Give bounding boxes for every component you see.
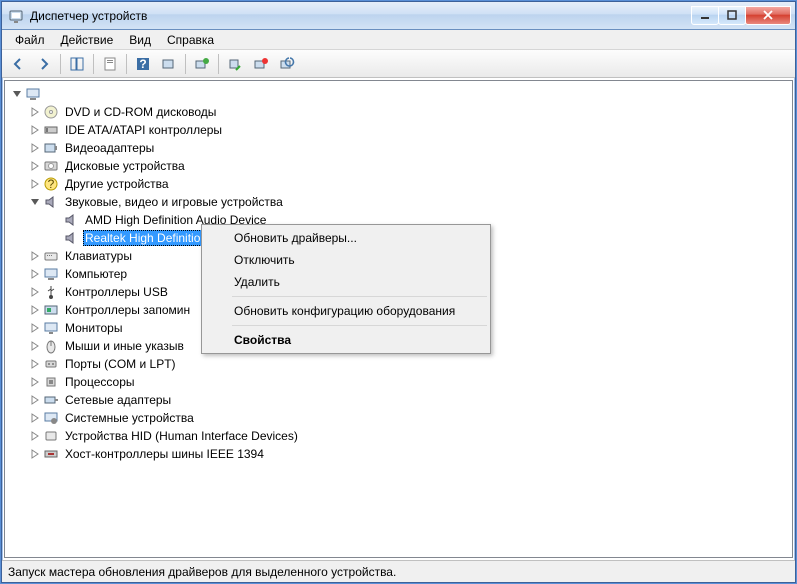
tree-item-label[interactable]: Устройства HID (Human Interface Devices) xyxy=(63,429,300,443)
tree-item-label[interactable]: IDE ATA/ATAPI контроллеры xyxy=(63,123,224,137)
network-adapter-icon xyxy=(43,392,59,408)
display-adapter-icon xyxy=(43,140,59,156)
menu-view[interactable]: Вид xyxy=(122,32,158,48)
show-hide-tree-button[interactable] xyxy=(65,52,89,76)
tree-item-label[interactable]: Порты (COM и LPT) xyxy=(63,357,178,371)
computer-icon xyxy=(25,86,41,102)
computer-icon xyxy=(43,266,59,282)
tree-item-label[interactable]: Компьютер xyxy=(63,267,129,281)
device-tree[interactable]: DVD и CD-ROM дисководы IDE ATA/ATAPI кон… xyxy=(4,80,793,558)
tree-item-label[interactable]: Дисковые устройства xyxy=(63,159,187,173)
tree-item-label[interactable]: Клавиатуры xyxy=(63,249,134,263)
mouse-icon xyxy=(43,338,59,354)
forward-button[interactable] xyxy=(32,52,56,76)
ctx-scan-hardware[interactable]: Обновить конфигурацию оборудования xyxy=(204,300,488,322)
chevron-right-icon[interactable] xyxy=(27,338,43,354)
window-title: Диспетчер устройств xyxy=(30,9,692,23)
system-device-icon xyxy=(43,410,59,426)
other-device-icon: ? xyxy=(43,176,59,192)
svg-text:?: ? xyxy=(139,57,146,71)
hid-icon xyxy=(43,428,59,444)
tree-item-label[interactable]: Процессоры xyxy=(63,375,137,389)
tree-item-label[interactable]: Видеоадаптеры xyxy=(63,141,156,155)
titlebar[interactable]: Диспетчер устройств xyxy=(2,2,795,30)
device-manager-window: Диспетчер устройств Файл Действие Вид Сп… xyxy=(1,1,796,583)
tree-item-label[interactable]: Звуковые, видео и игровые устройства xyxy=(63,195,285,209)
update-driver-button[interactable] xyxy=(190,52,214,76)
chevron-right-icon[interactable] xyxy=(27,104,43,120)
scan-hardware-button[interactable] xyxy=(157,52,181,76)
chevron-right-icon[interactable] xyxy=(27,410,43,426)
maximize-button[interactable] xyxy=(718,6,746,25)
disable-button[interactable] xyxy=(249,52,273,76)
chevron-right-icon[interactable] xyxy=(27,266,43,282)
ide-icon xyxy=(43,122,59,138)
tree-item-label[interactable]: Контроллеры USB xyxy=(63,285,170,299)
chevron-right-icon[interactable] xyxy=(27,392,43,408)
speaker-icon xyxy=(63,230,79,246)
storage-controller-icon xyxy=(43,302,59,318)
chevron-right-icon[interactable] xyxy=(27,302,43,318)
svg-text:?: ? xyxy=(48,177,55,191)
chevron-right-icon[interactable] xyxy=(27,176,43,192)
chevron-right-icon[interactable] xyxy=(27,122,43,138)
tree-item-label[interactable]: Мыши и иные указыв xyxy=(63,339,186,353)
chevron-right-icon[interactable] xyxy=(27,284,43,300)
menu-help[interactable]: Справка xyxy=(160,32,221,48)
monitor-icon xyxy=(43,320,59,336)
menubar: Файл Действие Вид Справка xyxy=(2,30,795,50)
toolbar: ? xyxy=(2,50,795,78)
properties-button[interactable] xyxy=(98,52,122,76)
chevron-right-icon[interactable] xyxy=(27,374,43,390)
chevron-right-icon[interactable] xyxy=(27,320,43,336)
port-icon xyxy=(43,356,59,372)
close-button[interactable] xyxy=(745,6,791,25)
tree-item-label[interactable]: Системные устройства xyxy=(63,411,196,425)
disk-drive-icon xyxy=(43,158,59,174)
menu-separator xyxy=(232,296,487,297)
chevron-right-icon[interactable] xyxy=(27,158,43,174)
menu-file[interactable]: Файл xyxy=(8,32,52,48)
back-button[interactable] xyxy=(6,52,30,76)
usb-icon xyxy=(43,284,59,300)
chevron-right-icon[interactable] xyxy=(27,140,43,156)
minimize-button[interactable] xyxy=(691,6,719,25)
keyboard-icon xyxy=(43,248,59,264)
chevron-down-icon[interactable] xyxy=(27,194,43,210)
enable-button[interactable] xyxy=(275,52,299,76)
menu-separator xyxy=(232,325,487,326)
app-icon xyxy=(8,8,24,24)
chevron-right-icon[interactable] xyxy=(27,428,43,444)
cpu-icon xyxy=(43,374,59,390)
chevron-right-icon[interactable] xyxy=(27,356,43,372)
disc-icon xyxy=(43,104,59,120)
chevron-down-icon[interactable] xyxy=(9,86,25,102)
speaker-icon xyxy=(63,212,79,228)
ctx-delete[interactable]: Удалить xyxy=(204,271,488,293)
tree-item-label[interactable]: Другие устройства xyxy=(63,177,171,191)
ctx-update-drivers[interactable]: Обновить драйверы... xyxy=(204,227,488,249)
tree-item-label[interactable]: Хост-контроллеры шины IEEE 1394 xyxy=(63,447,266,461)
context-menu: Обновить драйверы... Отключить Удалить О… xyxy=(201,224,491,354)
ctx-properties[interactable]: Свойства xyxy=(204,329,488,351)
statusbar: Запуск мастера обновления драйверов для … xyxy=(2,560,795,582)
tree-item-label[interactable]: Мониторы xyxy=(63,321,124,335)
tree-item-label[interactable]: Сетевые адаптеры xyxy=(63,393,173,407)
help-button[interactable]: ? xyxy=(131,52,155,76)
tree-item-label[interactable]: Контроллеры запомин xyxy=(63,303,192,317)
uninstall-button[interactable] xyxy=(223,52,247,76)
menu-action[interactable]: Действие xyxy=(54,32,121,48)
chevron-right-icon[interactable] xyxy=(27,446,43,462)
ieee1394-icon xyxy=(43,446,59,462)
status-text: Запуск мастера обновления драйверов для … xyxy=(8,565,396,579)
speaker-icon xyxy=(43,194,59,210)
ctx-disable[interactable]: Отключить xyxy=(204,249,488,271)
tree-item-label[interactable]: DVD и CD-ROM дисководы xyxy=(63,105,218,119)
chevron-right-icon[interactable] xyxy=(27,248,43,264)
